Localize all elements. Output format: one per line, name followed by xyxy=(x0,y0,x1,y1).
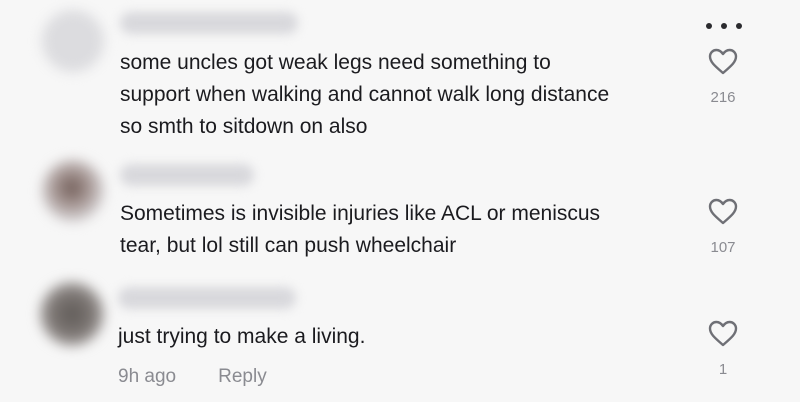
comment-text-line: so smth to sitdown on also xyxy=(120,115,368,138)
heart-outline-icon xyxy=(708,198,738,225)
comment-text-line: tear, but lol still can push wheelchair xyxy=(120,234,457,257)
reply-button[interactable]: Reply xyxy=(218,366,267,388)
more-options-icon[interactable] xyxy=(706,18,742,34)
username-blurred[interactable] xyxy=(118,287,296,309)
heart-outline-icon xyxy=(708,48,738,75)
like-button[interactable]: 216 xyxy=(706,48,740,106)
comment-text: just trying to make a living. xyxy=(118,321,365,353)
like-count: 107 xyxy=(710,239,736,256)
like-button[interactable]: 107 xyxy=(706,198,740,256)
comment-text-line: just trying to make a living. xyxy=(118,325,366,348)
comment-meta: 9h ago Reply xyxy=(118,366,267,388)
comment-text-line: Sometimes is invisible injuries like ACL… xyxy=(120,202,601,225)
heart-outline-icon xyxy=(708,320,738,347)
avatar[interactable] xyxy=(42,160,104,222)
comment-text: some uncles got weak legs need something… xyxy=(120,47,609,143)
comment-text-line: some uncles got weak legs need something… xyxy=(120,51,551,74)
username-blurred[interactable] xyxy=(120,164,254,186)
comment-text-line: support when walking and cannot walk lon… xyxy=(120,83,610,106)
avatar[interactable] xyxy=(40,282,104,346)
comment-text: Sometimes is invisible injuries like ACL… xyxy=(120,198,600,262)
avatar[interactable] xyxy=(42,10,104,72)
comment-timestamp: 9h ago xyxy=(118,366,177,387)
like-count: 216 xyxy=(710,89,736,106)
like-button[interactable]: 1 xyxy=(706,320,740,378)
like-count: 1 xyxy=(718,361,728,378)
username-blurred[interactable] xyxy=(120,12,298,34)
